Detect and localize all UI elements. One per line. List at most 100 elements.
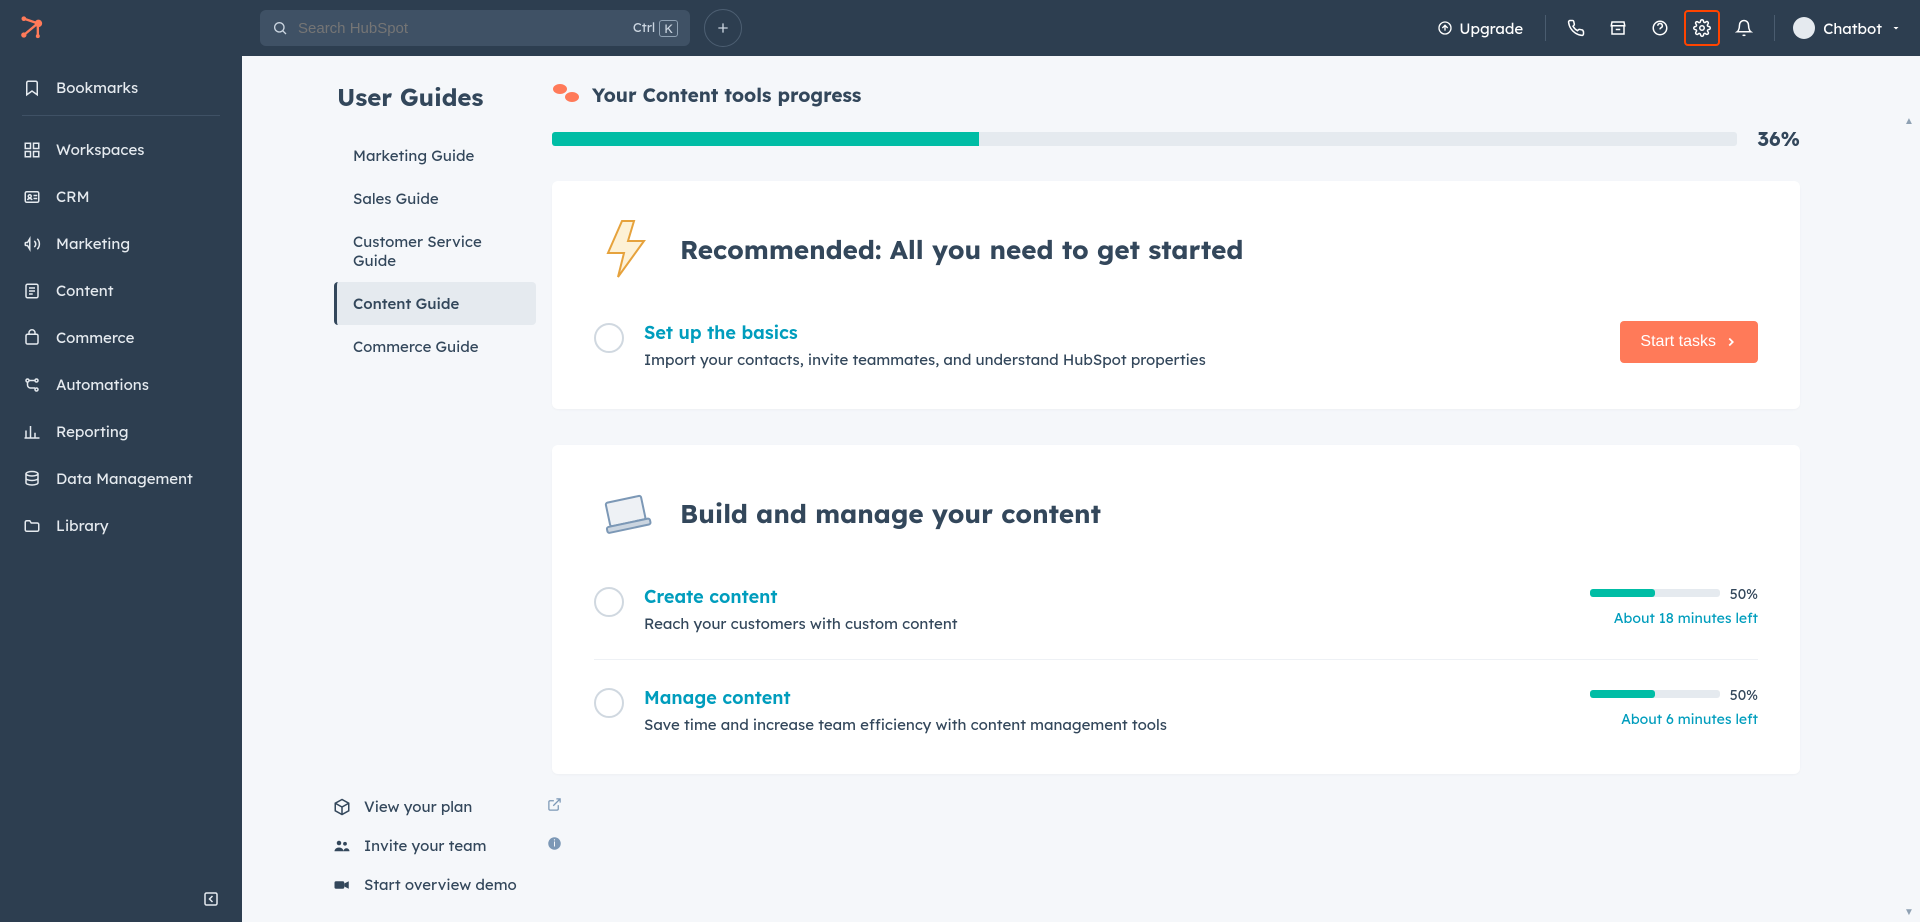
bell-icon (1735, 19, 1753, 37)
notifications-button[interactable] (1726, 10, 1762, 46)
sidebar-item-data-management[interactable]: Data Management (0, 455, 242, 502)
view-plan-link[interactable]: View your plan (332, 787, 562, 826)
search-input[interactable] (298, 20, 623, 37)
progress-icon (552, 82, 580, 108)
task-title[interactable]: Set up the basics (644, 321, 1600, 344)
global-search[interactable]: CtrlK (260, 10, 690, 46)
sidebar-divider (22, 115, 220, 116)
search-icon (272, 20, 288, 36)
lightning-illustration (594, 217, 658, 281)
store-icon (1609, 19, 1627, 37)
task-desc: Save time and increase team efficiency w… (644, 715, 1568, 734)
guide-item-customer-service[interactable]: Customer Service Guide (337, 220, 536, 282)
sidebar-item-content[interactable]: Content (0, 267, 242, 314)
progress-header: Your Content tools progress (552, 82, 1800, 108)
task-row: Set up the basics Import your contacts, … (594, 313, 1758, 377)
video-icon (332, 876, 352, 894)
invite-team-link[interactable]: Invite your team i (332, 826, 562, 865)
plus-icon (715, 20, 731, 36)
chevron-down-icon (1890, 22, 1902, 34)
sidebar-item-workspaces[interactable]: Workspaces (0, 126, 242, 173)
bar-chart-icon (22, 423, 42, 441)
help-button[interactable] (1642, 10, 1678, 46)
sidebar-item-bookmarks[interactable]: Bookmarks (0, 64, 242, 111)
sidebar-item-crm[interactable]: CRM (0, 173, 242, 220)
users-icon (332, 837, 352, 855)
content-column: Your Content tools progress 36% Recommen… (552, 82, 1920, 810)
search-shortcut: CtrlK (633, 20, 678, 37)
progress-title: Your Content tools progress (592, 83, 861, 107)
card-recommended: Recommended: All you need to get started… (552, 181, 1800, 409)
folder-icon (22, 517, 42, 535)
document-icon (22, 282, 42, 300)
upgrade-button[interactable]: Upgrade (1427, 19, 1533, 38)
overall-progress-bar (552, 132, 1737, 146)
sidebar-item-automations[interactable]: Automations (0, 361, 242, 408)
task-row: Manage content Save time and increase te… (594, 659, 1758, 742)
task-checkbox[interactable] (594, 587, 624, 617)
chevron-right-icon (1724, 335, 1738, 349)
user-name: Chatbot (1823, 19, 1882, 38)
task-desc: Reach your customers with custom content (644, 614, 1568, 633)
primary-sidebar: Bookmarks Workspaces CRM Marketing Conte… (0, 56, 242, 922)
guide-item-sales[interactable]: Sales Guide (337, 177, 536, 220)
overall-progress-percent: 36% (1757, 126, 1800, 151)
upgrade-icon (1437, 20, 1453, 36)
main-content: ▲▼ User Guides Marketing Guide Sales Gui… (242, 56, 1920, 922)
top-bar: CtrlK Upgrade Chatbot (0, 0, 1920, 56)
sidebar-item-label: Library (56, 516, 109, 535)
guides-sidebar: User Guides Marketing Guide Sales Guide … (242, 82, 552, 810)
task-desc: Import your contacts, invite teammates, … (644, 350, 1600, 369)
task-checkbox[interactable] (594, 323, 624, 353)
task-progress-bar (1590, 589, 1720, 597)
megaphone-icon (22, 235, 42, 253)
sidebar-item-label: CRM (56, 187, 90, 206)
calls-button[interactable] (1558, 10, 1594, 46)
hubspot-logo[interactable] (18, 14, 46, 42)
phone-icon (1567, 19, 1585, 37)
create-button[interactable] (704, 9, 742, 47)
cart-icon (22, 329, 42, 347)
task-time-left: About 18 minutes left (1614, 609, 1758, 627)
user-menu[interactable]: Chatbot (1787, 17, 1902, 39)
sidebar-item-marketing[interactable]: Marketing (0, 220, 242, 267)
sidebar-item-commerce[interactable]: Commerce (0, 314, 242, 361)
database-icon (22, 470, 42, 488)
marketplace-button[interactable] (1600, 10, 1636, 46)
task-checkbox[interactable] (594, 688, 624, 718)
task-percent: 50% (1730, 585, 1758, 603)
task-time-left: About 6 minutes left (1621, 710, 1758, 728)
sidebar-item-label: Marketing (56, 234, 130, 253)
task-row: Create content Reach your customers with… (594, 577, 1758, 641)
guides-footer: View your plan Invite your team i (332, 787, 562, 904)
task-title[interactable]: Create content (644, 585, 1568, 608)
task-progress-bar (1590, 690, 1720, 698)
guide-item-content[interactable]: Content Guide (334, 282, 536, 325)
help-icon (1651, 19, 1669, 37)
task-percent: 50% (1730, 686, 1758, 704)
sidebar-item-label: Automations (56, 375, 149, 394)
avatar (1793, 17, 1815, 39)
laptop-illustration (594, 481, 658, 545)
external-link-icon (547, 797, 562, 816)
sidebar-item-label: Workspaces (56, 140, 144, 159)
start-tasks-button[interactable]: Start tasks (1620, 321, 1758, 363)
task-title[interactable]: Manage content (644, 686, 1568, 709)
overview-demo-link[interactable]: Start overview demo (332, 865, 562, 904)
sidebar-item-library[interactable]: Library (0, 502, 242, 549)
collapse-sidebar-button[interactable] (0, 876, 242, 922)
sidebar-item-label: Bookmarks (56, 78, 138, 97)
guide-item-marketing[interactable]: Marketing Guide (337, 134, 536, 177)
topbar-right: Upgrade Chatbot (1427, 10, 1902, 46)
gear-icon (1693, 19, 1711, 37)
collapse-icon (202, 890, 220, 908)
info-icon: i (547, 836, 562, 855)
sidebar-item-reporting[interactable]: Reporting (0, 408, 242, 455)
guide-item-commerce[interactable]: Commerce Guide (337, 325, 536, 368)
sidebar-item-label: Content (56, 281, 114, 300)
sidebar-item-label: Data Management (56, 469, 193, 488)
automation-icon (22, 376, 42, 394)
card-build-manage: Build and manage your content Create con… (552, 445, 1800, 774)
settings-button[interactable] (1684, 10, 1720, 46)
bookmark-icon (22, 79, 42, 97)
